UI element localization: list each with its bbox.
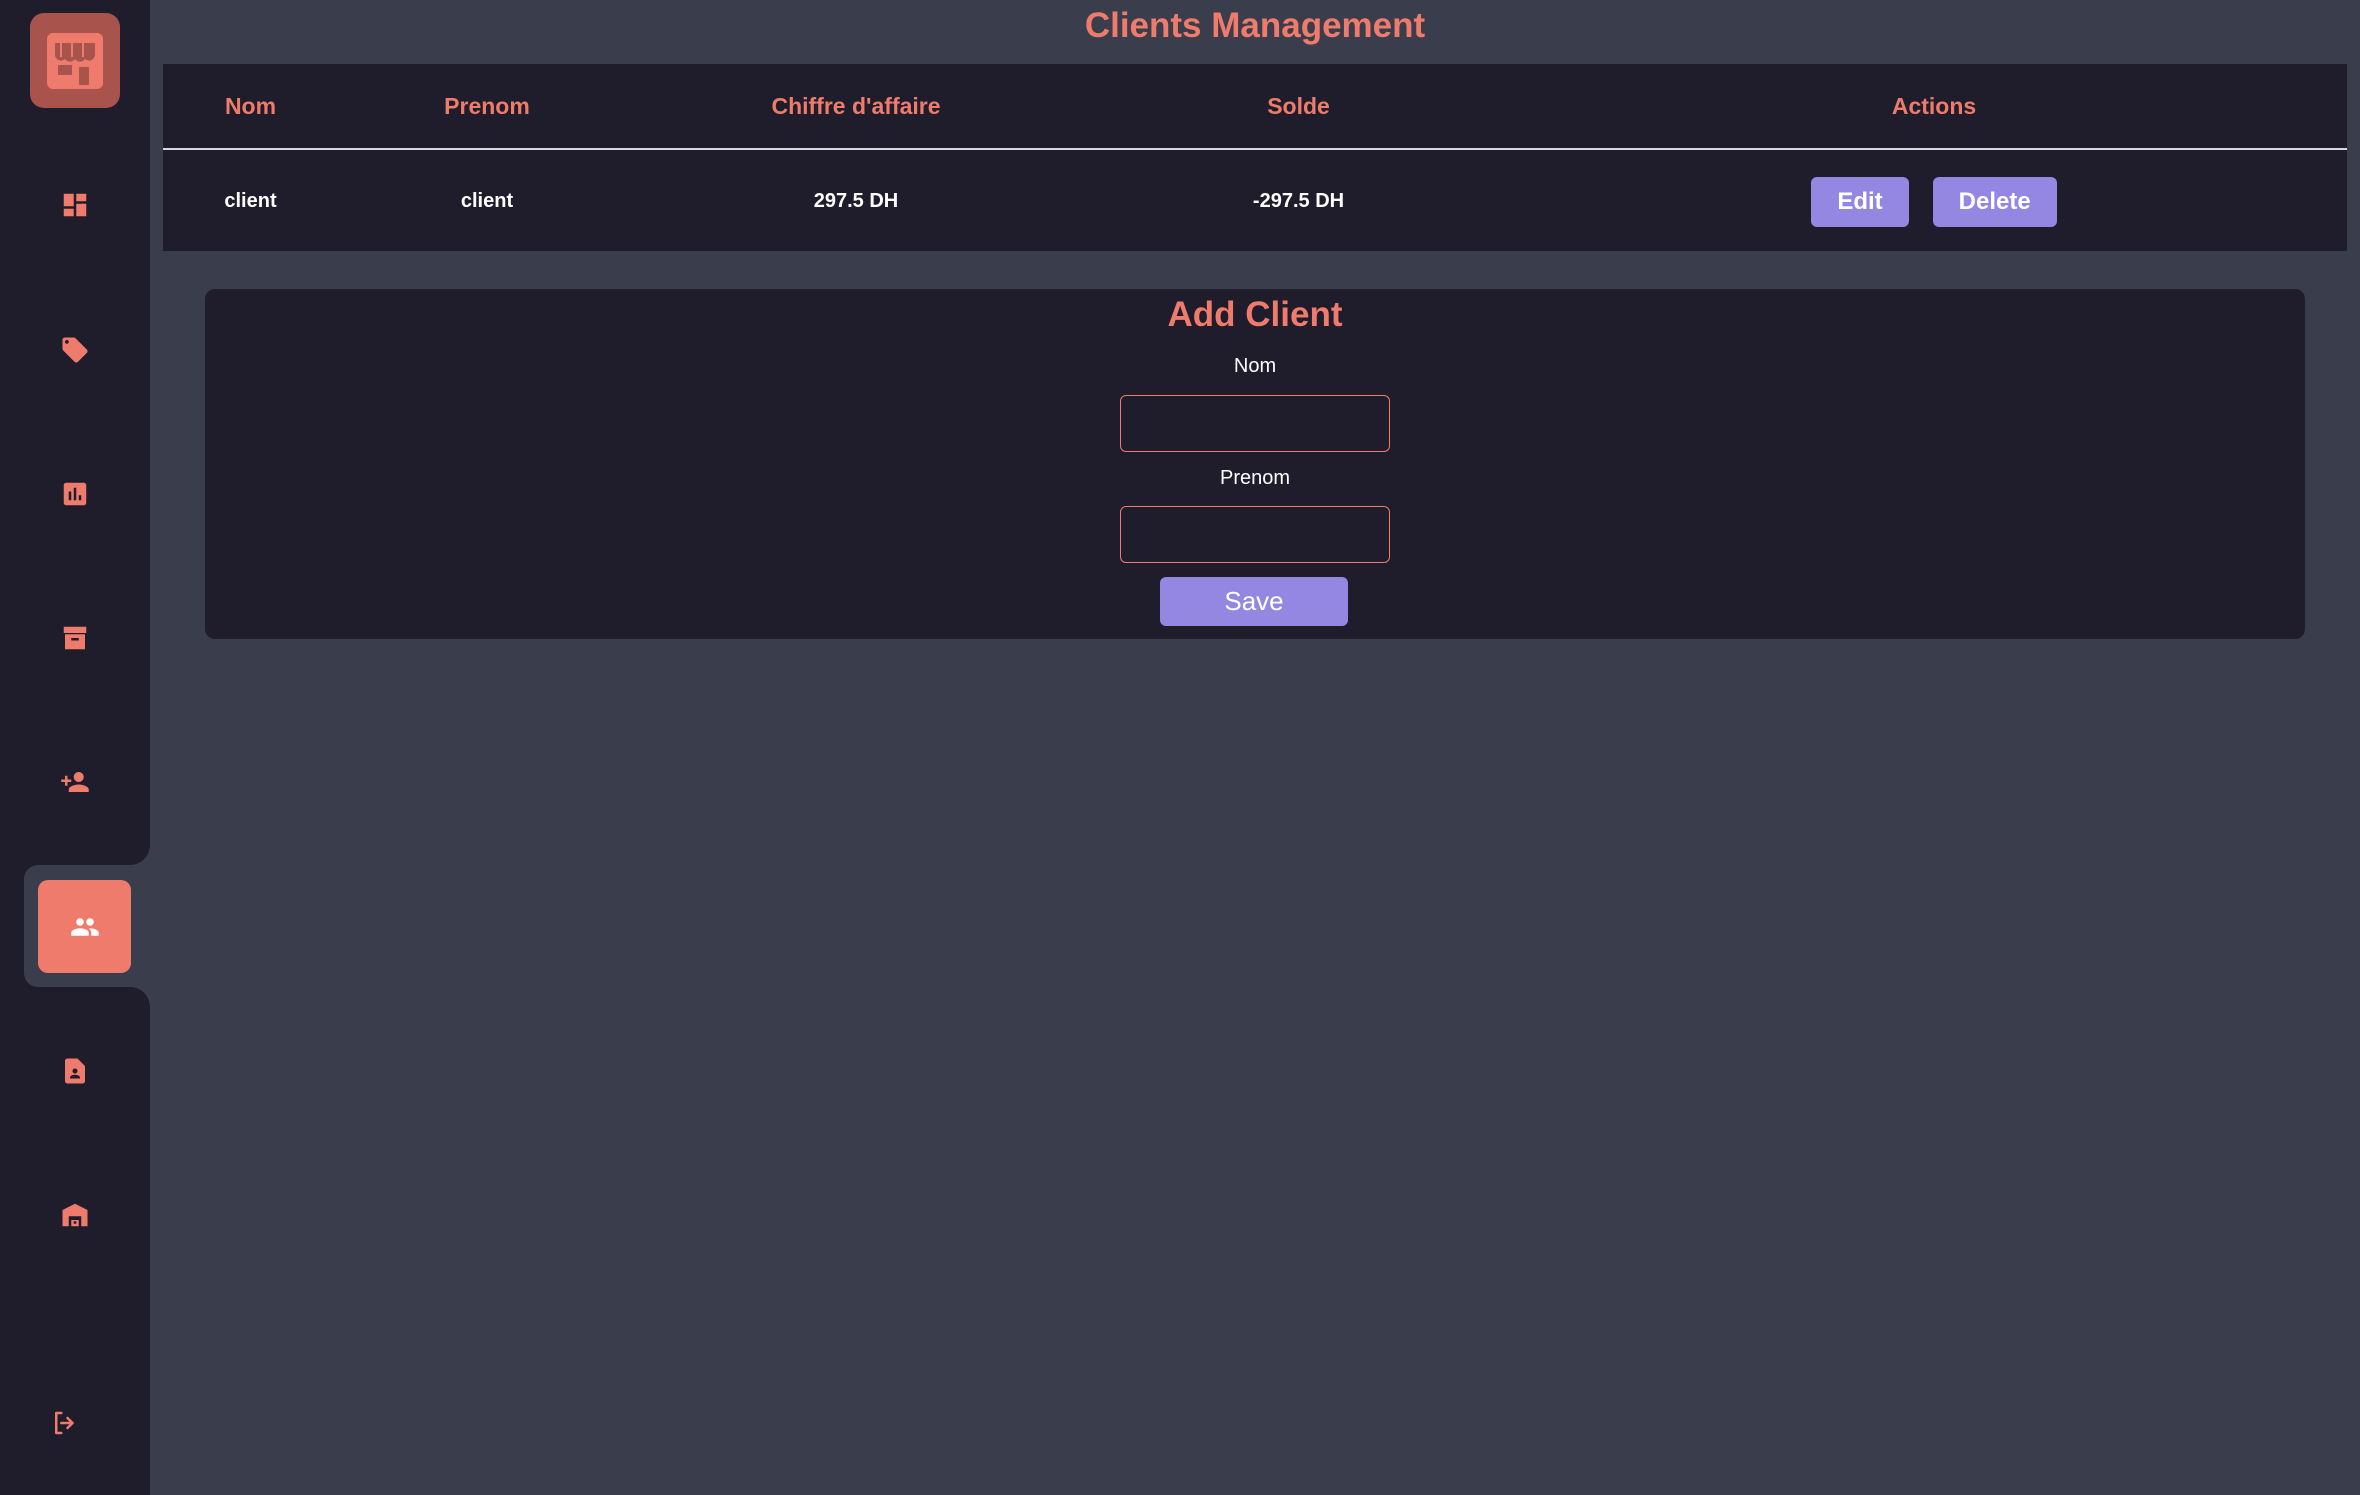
page-title: Clients Management bbox=[1084, 6, 1426, 45]
add-person-icon bbox=[61, 772, 89, 792]
edit-button[interactable]: Edit bbox=[1811, 176, 1909, 227]
warehouse-icon bbox=[62, 1203, 88, 1227]
sidebar-item-dashboard[interactable] bbox=[0, 160, 150, 250]
dashboard-icon bbox=[63, 193, 87, 217]
sidebar-item-products[interactable] bbox=[0, 305, 150, 395]
cell-chiffre-affaire: 297.5 DH bbox=[813, 190, 899, 212]
cell-nom: client bbox=[224, 190, 277, 212]
cell-prenom: client bbox=[460, 190, 514, 212]
logout-icon bbox=[55, 1411, 74, 1435]
column-header-prenom: Prenom bbox=[444, 92, 530, 119]
sidebar-item-clients[interactable] bbox=[38, 880, 131, 973]
archive-icon bbox=[63, 626, 87, 650]
prenom-input[interactable] bbox=[1120, 506, 1390, 563]
contact-document-icon bbox=[65, 1058, 85, 1084]
column-header-chiffre: Chiffre d'affaire bbox=[771, 92, 941, 119]
sidebar-item-statistics[interactable] bbox=[0, 449, 150, 539]
clients-table: Nom Prenom Chiffre d'affaire Solde Actio… bbox=[163, 64, 2347, 251]
clients-group-icon bbox=[70, 917, 99, 936]
active-tab-curve-bottom bbox=[124, 987, 150, 1007]
nom-input[interactable] bbox=[1120, 395, 1390, 452]
bar-chart-icon bbox=[63, 482, 87, 506]
prenom-label: Prenom bbox=[1219, 467, 1291, 489]
column-header-solde: Solde bbox=[1267, 92, 1330, 119]
tag-icon bbox=[62, 337, 88, 363]
column-header-actions: Actions bbox=[1891, 92, 1977, 119]
store-icon bbox=[47, 32, 103, 89]
table-header-row: Nom Prenom Chiffre d'affaire Solde Actio… bbox=[163, 64, 2347, 150]
table-row: client client 297.5 DH -297.5 DH Edit De… bbox=[163, 152, 2347, 251]
store-logo[interactable] bbox=[30, 13, 120, 108]
cell-actions: Edit Delete bbox=[1521, 152, 2347, 251]
form-title: Add Client bbox=[1167, 295, 1343, 334]
cell-solde: -297.5 DH bbox=[1252, 190, 1345, 212]
column-header-nom: Nom bbox=[224, 92, 277, 119]
app-root: Clients Management Nom Prenom Chiffre d'… bbox=[0, 0, 2360, 1495]
add-client-form: Add Client Nom Prenom Save bbox=[205, 289, 2305, 639]
sidebar-item-stock[interactable] bbox=[0, 593, 150, 683]
sidebar-item-warehouse[interactable] bbox=[0, 1170, 150, 1260]
logout-button[interactable] bbox=[0, 1378, 140, 1468]
save-button[interactable]: Save bbox=[1160, 577, 1348, 626]
active-tab-curve-top bbox=[124, 845, 150, 865]
nom-label: Nom bbox=[1233, 355, 1277, 377]
sidebar-item-invoices[interactable] bbox=[0, 1026, 150, 1116]
delete-button[interactable]: Delete bbox=[1932, 176, 2057, 227]
sidebar bbox=[0, 0, 150, 1495]
sidebar-item-add-user[interactable] bbox=[0, 737, 150, 827]
